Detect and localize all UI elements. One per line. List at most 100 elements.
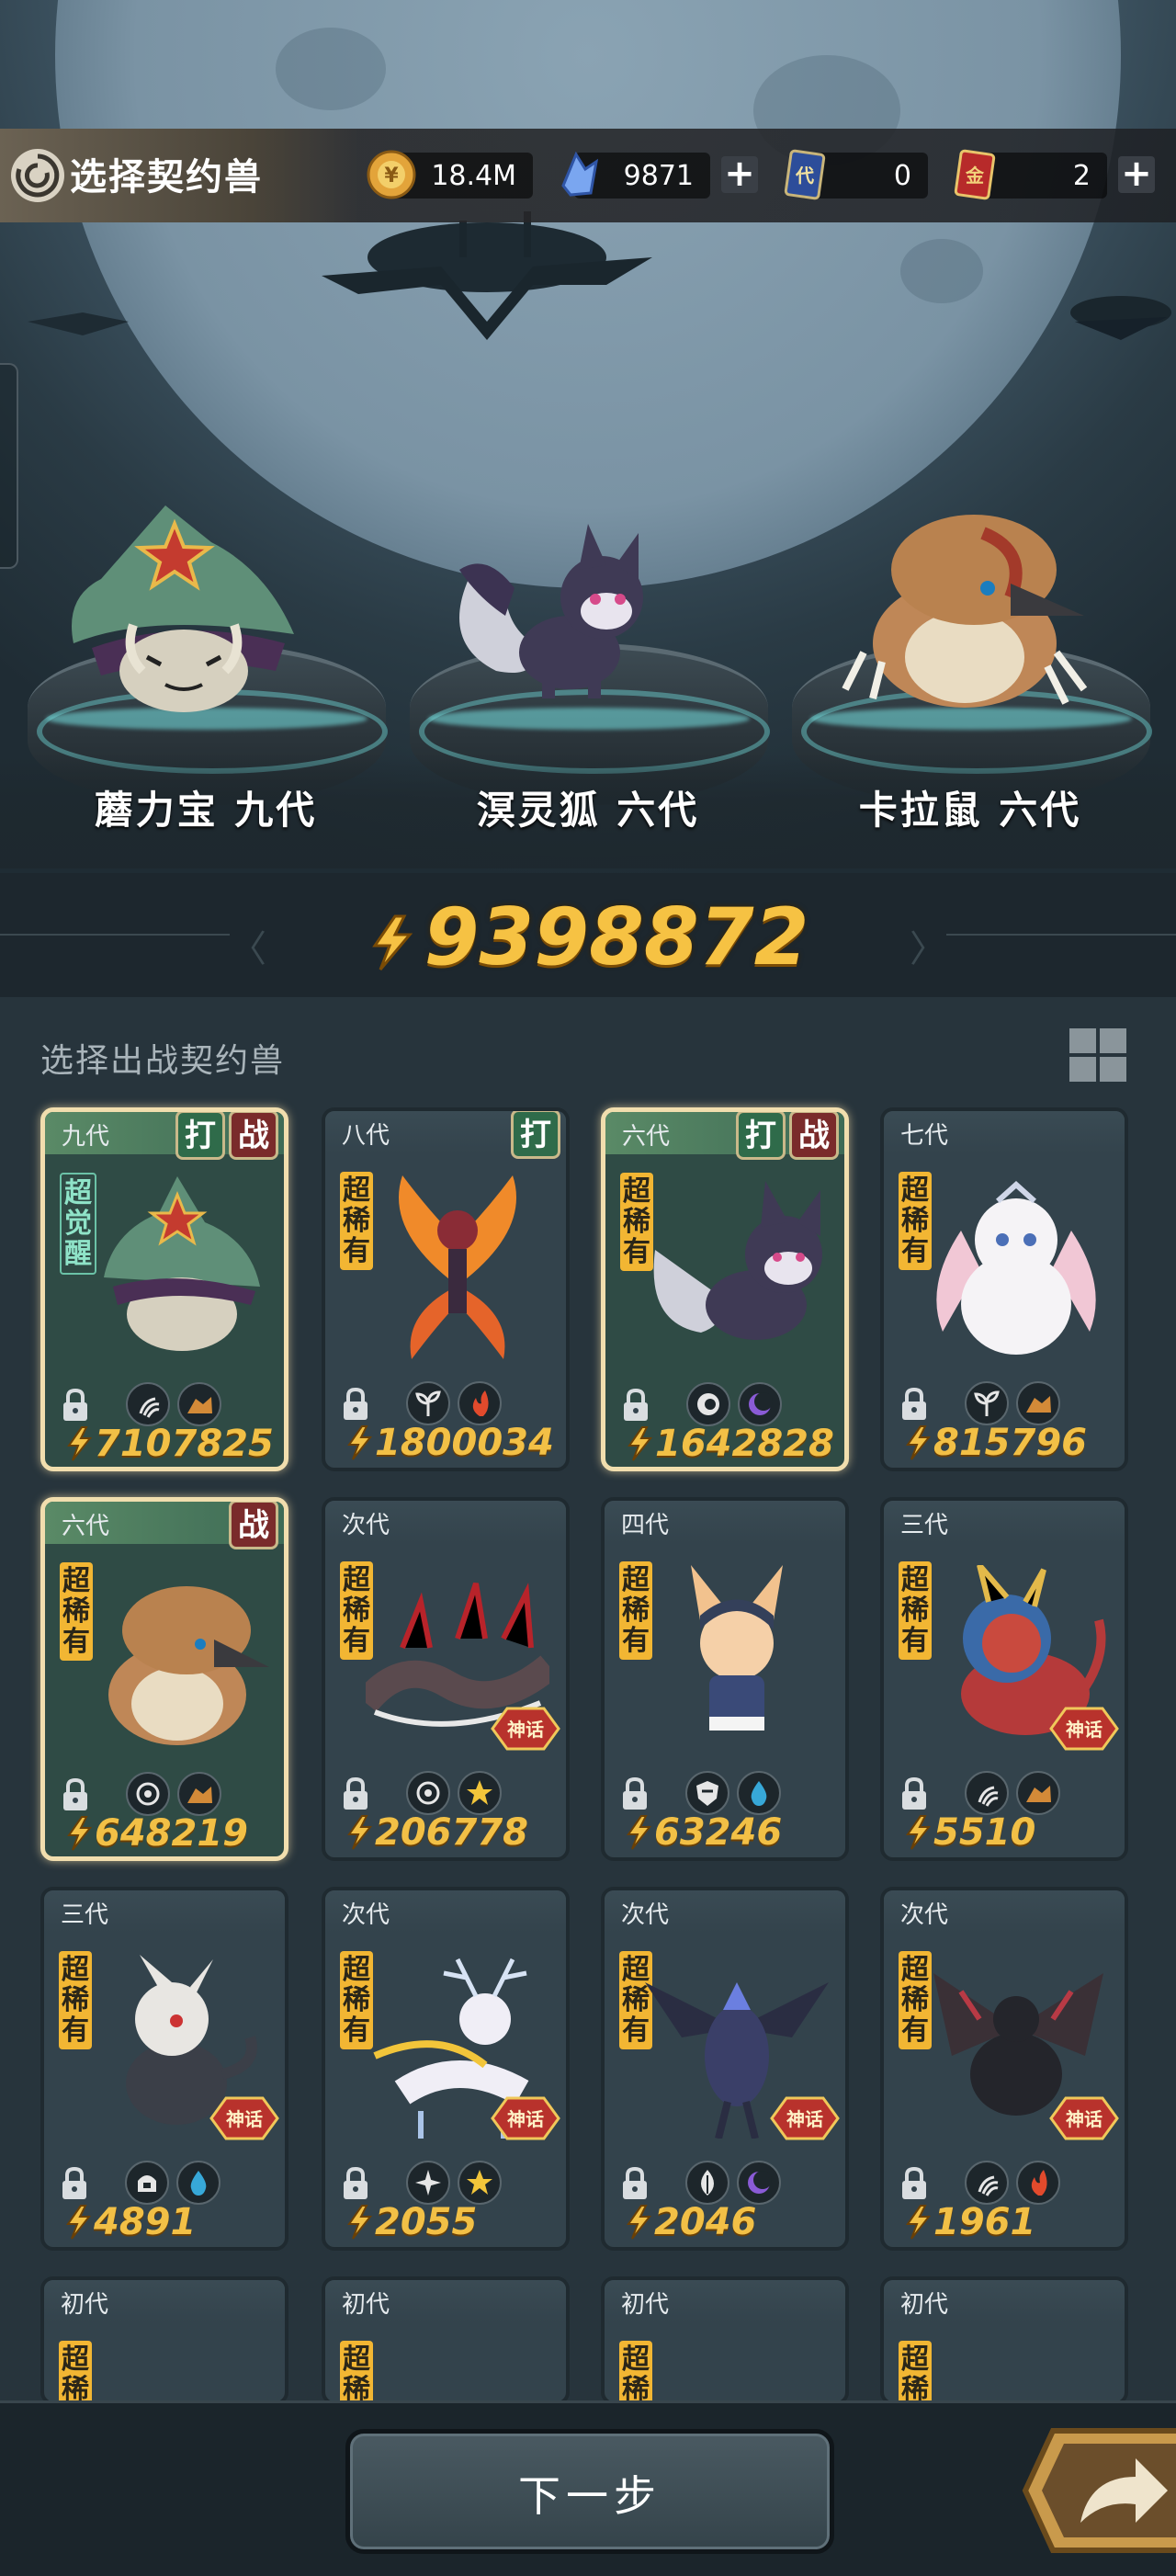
- lock-icon[interactable]: [340, 1776, 371, 1811]
- lock-icon[interactable]: [59, 2166, 90, 2201]
- beast-card[interactable]: 初代超稀有: [880, 2276, 1128, 2405]
- generation-label: 三代: [900, 1512, 949, 1539]
- beast-card[interactable]: 九代打战超觉醒 7107825: [40, 1107, 288, 1471]
- lock-icon[interactable]: [620, 1388, 651, 1423]
- mushroom-creature: [72, 505, 294, 712]
- lock-icon[interactable]: [899, 1776, 930, 1811]
- helm-icon: [125, 2161, 169, 2205]
- beast-power: 1800034: [345, 1422, 554, 1464]
- lock-icon[interactable]: [340, 2166, 371, 2201]
- battle-tag: 战: [229, 1112, 278, 1160]
- swirl-icon: [11, 149, 64, 202]
- battle-tag: 战: [789, 1112, 839, 1160]
- beast-card[interactable]: 四代 超稀有 63246: [601, 1497, 849, 1861]
- beast-card[interactable]: 七代 超稀有 815796: [880, 1107, 1128, 1471]
- attack-tag: 打: [511, 1111, 560, 1159]
- svg-text:¥: ¥: [384, 165, 399, 187]
- share-arrow-icon[interactable]: [1016, 2422, 1176, 2559]
- target-icon: [406, 1771, 450, 1815]
- lock-icon[interactable]: [619, 1776, 650, 1811]
- dai-card-counter: 代 0: [784, 149, 928, 200]
- generation-label: 七代: [900, 1122, 949, 1150]
- grid-view-button[interactable]: [1069, 1028, 1134, 1089]
- rock-icon: [177, 1772, 221, 1816]
- next-step-label: 下一步: [518, 2471, 662, 2521]
- beast-card[interactable]: 六代战超稀有 648219: [40, 1497, 288, 1861]
- lock-icon[interactable]: [619, 2166, 650, 2201]
- gold-coin-icon: ¥: [367, 150, 416, 199]
- svg-text:神话: 神话: [507, 1719, 544, 1741]
- beast-card[interactable]: 六代打战超稀有 1642828: [601, 1107, 849, 1471]
- fire-fairy-portrait: [399, 1175, 516, 1359]
- star-icon: [458, 2161, 502, 2205]
- beast-card[interactable]: 八代打超稀有 1800034: [322, 1107, 570, 1471]
- fox-creature: [459, 524, 643, 698]
- sprout-icon: [406, 1381, 450, 1425]
- blue-crystal-icon: [561, 151, 599, 197]
- lock-icon[interactable]: [60, 1777, 91, 1812]
- moon-icon: [738, 1382, 782, 1426]
- power-bolt-icon: [906, 1815, 932, 1850]
- fire-icon: [1016, 2161, 1060, 2205]
- lock-icon[interactable]: [60, 1388, 91, 1423]
- beast-card[interactable]: 次代 超稀有 神话 206778: [322, 1497, 570, 1861]
- gold-card-icon: 金: [954, 149, 996, 200]
- beast-card[interactable]: 三代 超稀有 神话 4891: [40, 1887, 288, 2251]
- moon-crater: [900, 239, 983, 303]
- team-slot-3-name: 卡拉鼠 六代: [858, 788, 1082, 833]
- gold-value: 18.4M: [431, 160, 516, 192]
- beast-power: 1961: [904, 2201, 1035, 2243]
- beast-power-value: 815796: [933, 1422, 1087, 1464]
- beast-card[interactable]: 次代 超稀有 神话 1961: [880, 1887, 1128, 2251]
- svg-text:神话: 神话: [786, 2108, 823, 2130]
- grid-cell: [1069, 1028, 1096, 1053]
- beast-power-value: 5510: [933, 1811, 1036, 1854]
- power-bolt-icon: [67, 1426, 93, 1461]
- crystal-value: 9871: [623, 160, 694, 192]
- next-step-button[interactable]: 下一步: [345, 2429, 834, 2554]
- top-header: 选择契约兽 ¥ 18.4M 9871 + 代 0 金 2 +: [0, 129, 1176, 222]
- beast-card[interactable]: 次代 超稀有 神话 2055: [322, 1887, 570, 2251]
- generation-label: 八代: [342, 1122, 390, 1150]
- generation-label: 次代: [621, 1901, 670, 1929]
- myth-badge: 神话: [1049, 2096, 1119, 2140]
- water-icon: [737, 1771, 781, 1815]
- side-drawer-tab[interactable]: [0, 363, 18, 569]
- eye-icon: [686, 1382, 730, 1426]
- lock-icon[interactable]: [899, 2166, 930, 2201]
- gold-card-counter: 金 2 +: [954, 149, 1155, 200]
- myth-badge: 神话: [491, 2096, 560, 2140]
- generation-label: 初代: [342, 2291, 390, 2319]
- svg-text:神话: 神话: [226, 2108, 263, 2130]
- beast-card[interactable]: 初代超稀有: [601, 2276, 849, 2405]
- fox-portrait: [653, 1181, 822, 1340]
- add-crystal-button[interactable]: +: [721, 155, 758, 193]
- beast-power: 1642828: [626, 1423, 834, 1465]
- svg-text:神话: 神话: [1066, 2108, 1102, 2130]
- power-bolt-icon: [67, 1816, 93, 1851]
- power-bolt-icon: [347, 1815, 373, 1850]
- star-icon: [458, 1771, 502, 1815]
- grid-cell: [1069, 1057, 1096, 1082]
- beast-power: 4891: [64, 2201, 196, 2243]
- beast-card[interactable]: 次代 超稀有 神话 2046: [601, 1887, 849, 2251]
- lock-icon[interactable]: [899, 1387, 930, 1422]
- gold-card-value: 2: [1072, 160, 1091, 192]
- generation-label: 次代: [342, 1512, 390, 1539]
- page-title: 选择契约兽: [70, 156, 263, 199]
- lock-icon[interactable]: [340, 1387, 371, 1422]
- gold-counter: ¥ 18.4M: [367, 150, 533, 199]
- beast-card[interactable]: 初代超稀有: [322, 2276, 570, 2405]
- svg-text:神话: 神话: [1066, 1719, 1102, 1741]
- add-gold-card-button[interactable]: +: [1118, 155, 1155, 193]
- beast-card[interactable]: 初代超稀有: [40, 2276, 288, 2405]
- bottom-bar: 下一步: [0, 2400, 1176, 2576]
- generation-label: 三代: [61, 1901, 109, 1929]
- grid-cell: [1100, 1028, 1126, 1053]
- power-bolt-icon: [66, 2205, 92, 2240]
- myth-badge: 神话: [770, 2096, 840, 2140]
- mushroom-portrait: [104, 1176, 260, 1351]
- airship-silhouette: [1070, 296, 1171, 340]
- power-bolt-icon: [906, 2205, 932, 2240]
- beast-card[interactable]: 三代 超稀有 神话 5510: [880, 1497, 1128, 1861]
